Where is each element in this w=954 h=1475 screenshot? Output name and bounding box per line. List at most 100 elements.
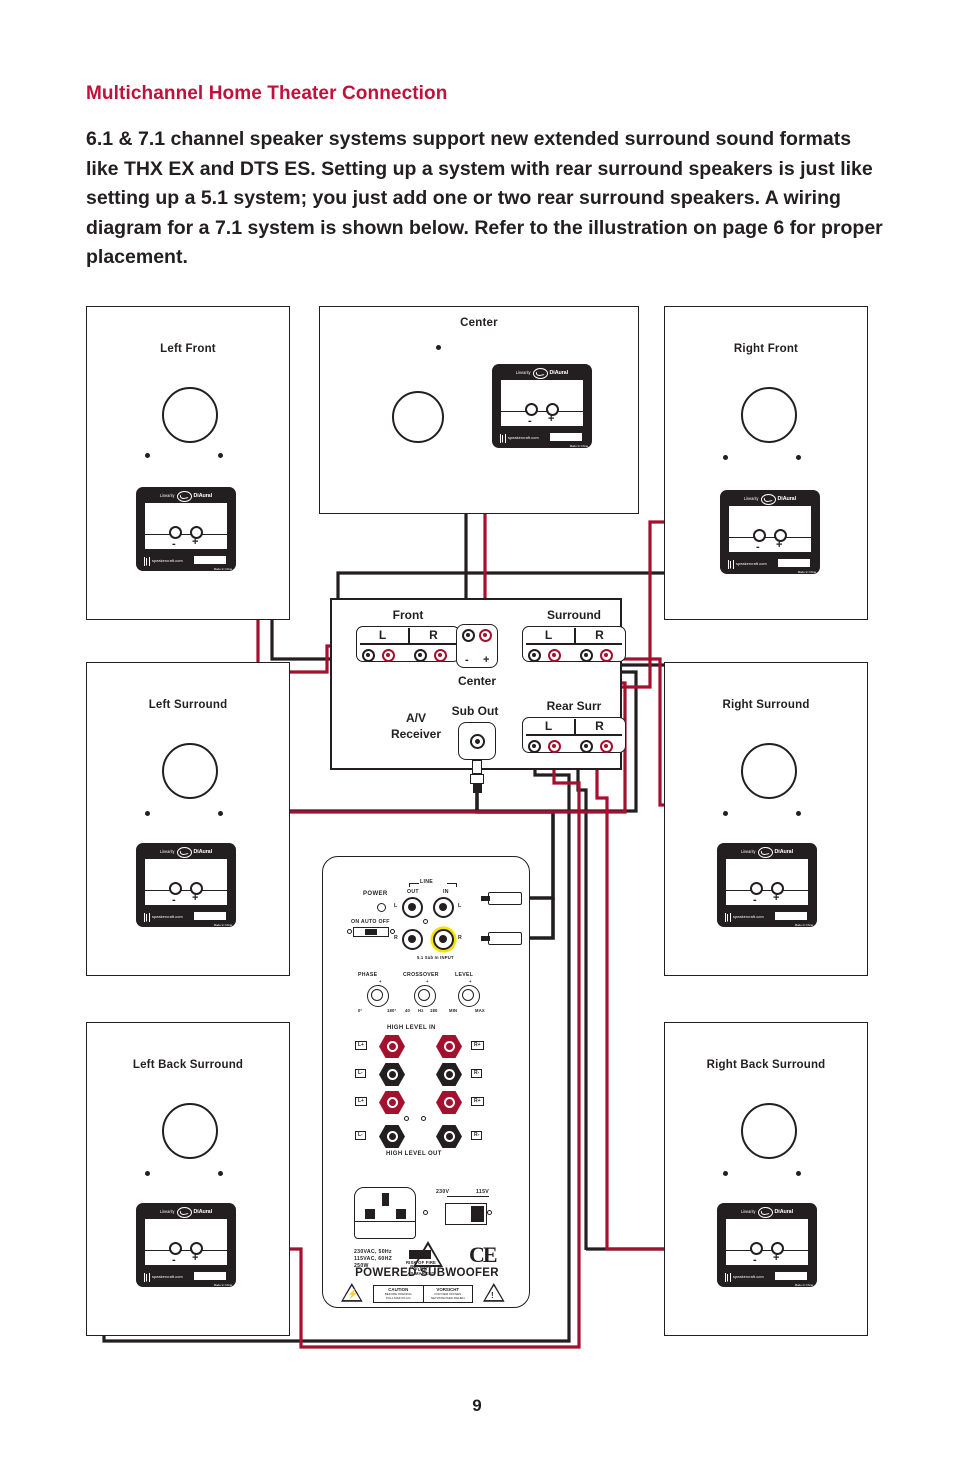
speakercraft-logo-icon: [725, 912, 731, 922]
sub-out-label: Sub Out: [451, 704, 499, 718]
terminal-plate-left-front[interactable]: Linearity DiAural - + speakercraft.com M…: [136, 487, 236, 571]
negative-sign: -: [528, 415, 532, 427]
screw-icon: [796, 811, 801, 816]
terminal-surround-left-positive[interactable]: [548, 649, 561, 662]
speaker-label-right-back-surround: Right Back Surround: [706, 1059, 826, 1071]
negative-sign: -: [172, 538, 176, 550]
speakercraft-logo-icon: [144, 912, 150, 922]
terminal-surround-right-negative[interactable]: [580, 649, 593, 662]
line-out-left-jack[interactable]: [402, 897, 423, 918]
terminal-surround-right-positive[interactable]: [600, 649, 613, 662]
made-in-text: Made In China: [213, 1282, 232, 1287]
terminal-plate-left-back-surround[interactable]: Linearity DiAural - + speakercraft.com M…: [136, 1203, 236, 1287]
plate-well: [145, 503, 227, 549]
ac-power-inlet: [354, 1187, 416, 1239]
rca-plug-left: [488, 892, 522, 905]
screw-icon: [423, 919, 428, 924]
high-level-in-left-negative[interactable]: [379, 1063, 405, 1086]
terminal-center-positive[interactable]: [479, 629, 492, 642]
crossover-knob[interactable]: [414, 985, 436, 1007]
terminal-front-left-negative[interactable]: [362, 649, 375, 662]
screw-icon: [723, 811, 728, 816]
swirl-icon: [757, 846, 773, 858]
terminal-rear-right-positive[interactable]: [600, 740, 613, 753]
diaural-logo: Linearity DiAural: [492, 367, 592, 379]
positive-sign: +: [773, 1252, 780, 1264]
speakercraft-logo-icon: [725, 1272, 731, 1282]
phase-knob[interactable]: [367, 985, 389, 1007]
line-right-label-out: R: [394, 935, 399, 941]
terminal-rear-left-positive[interactable]: [548, 740, 561, 753]
made-in-text: Made In China: [569, 443, 588, 448]
powered-subwoofer-panel: POWER ON AUTO OFF LINE OUT IN L L R R 5.…: [322, 856, 530, 1308]
terminal-plate-right-surround[interactable]: Linearity DiAural - + speakercraft.com M…: [717, 843, 817, 927]
line-in-right-jack[interactable]: [433, 929, 454, 950]
terminal-rear-right-negative[interactable]: [580, 740, 593, 753]
line-out-right-jack[interactable]: [402, 929, 423, 950]
woofer-icon: [162, 743, 218, 799]
post-label-r-minus-out: R-: [471, 1131, 483, 1140]
swirl-icon: [757, 1206, 773, 1218]
ce-mark-icon: CE: [469, 1242, 498, 1267]
sub-out-jack[interactable]: [458, 722, 496, 760]
terminal-front-right-negative[interactable]: [414, 649, 427, 662]
fuse-pictogram: [409, 1250, 431, 1259]
high-level-out-left-positive[interactable]: [379, 1091, 405, 1114]
line-right-label-in: R: [458, 935, 463, 941]
level-min: MIN: [449, 1008, 458, 1013]
plate-divider: [501, 411, 583, 413]
speaker-box-left-back-surround: Left Back Surround: [86, 1022, 290, 1336]
post-label-l-plus-in: L+: [355, 1041, 367, 1050]
terminal-plate-center[interactable]: Linearity DiAural - + speakercraft.com M…: [492, 364, 592, 448]
plate-well: [145, 1219, 227, 1265]
power-label: POWER: [363, 891, 388, 897]
plate-divider: [726, 890, 808, 892]
woofer-icon: [741, 1103, 797, 1159]
woofer-icon: [741, 743, 797, 799]
high-level-out-left-negative[interactable]: [379, 1125, 405, 1148]
screw-icon: [436, 345, 441, 350]
terminal-surround-left-negative[interactable]: [528, 649, 541, 662]
power-led-icon: [377, 903, 386, 912]
speaker-label-right-front: Right Front: [733, 343, 799, 355]
terminal-front-left-positive[interactable]: [382, 649, 395, 662]
plate-well: [145, 859, 227, 905]
screw-icon: [487, 1210, 492, 1215]
terminal-front-right-positive[interactable]: [434, 649, 447, 662]
positive-sign: +: [192, 892, 199, 904]
screw-icon: [218, 1171, 223, 1176]
voltage-selector-switch[interactable]: [445, 1203, 487, 1225]
high-level-out-right-positive[interactable]: [436, 1091, 462, 1114]
diaural-logo: Linearity DiAural: [136, 490, 236, 502]
screw-icon: [145, 453, 150, 458]
powered-subwoofer-title: POWERED SUBWOOFER: [355, 1267, 499, 1279]
power-switch[interactable]: [353, 927, 389, 937]
speaker-label-left-front: Left Front: [160, 343, 216, 355]
line-in-left-jack[interactable]: [433, 897, 454, 918]
diaural-logo: Linearity DiAural: [136, 1206, 236, 1218]
terminal-center-negative[interactable]: [462, 629, 475, 642]
general-warning-icon: [483, 1283, 505, 1302]
negative-sign: -: [753, 894, 757, 906]
screw-icon: [390, 929, 395, 934]
terminal-plate-right-front[interactable]: Linearity DiAural - + speakercraft.com M…: [720, 490, 820, 574]
line-left-label-in: L: [458, 903, 462, 909]
terminal-rear-left-negative[interactable]: [528, 740, 541, 753]
speaker-box-left-front: Left Front: [86, 306, 290, 620]
post-label-r-plus-in: R+: [471, 1041, 484, 1050]
positive-sign: +: [548, 413, 555, 425]
positive-sign: +: [776, 539, 783, 551]
made-in-text: Made In China: [794, 1282, 813, 1287]
high-level-out-right-negative[interactable]: [436, 1125, 462, 1148]
voltage-115-label: 115V: [476, 1189, 490, 1195]
crossover-min: 40: [405, 1008, 411, 1013]
diaural-logo: Linearity DiAural: [717, 846, 817, 858]
sub-in-note: 5.1 Sub In INPUT: [417, 955, 454, 960]
high-level-in-left-positive[interactable]: [379, 1035, 405, 1058]
high-level-in-right-negative[interactable]: [436, 1063, 462, 1086]
woofer-icon: [162, 387, 218, 443]
high-level-in-right-positive[interactable]: [436, 1035, 462, 1058]
level-knob[interactable]: [458, 985, 480, 1007]
terminal-plate-left-surround[interactable]: Linearity DiAural - + speakercraft.com M…: [136, 843, 236, 927]
terminal-plate-right-back-surround[interactable]: Linearity DiAural - + speakercraft.com M…: [717, 1203, 817, 1287]
